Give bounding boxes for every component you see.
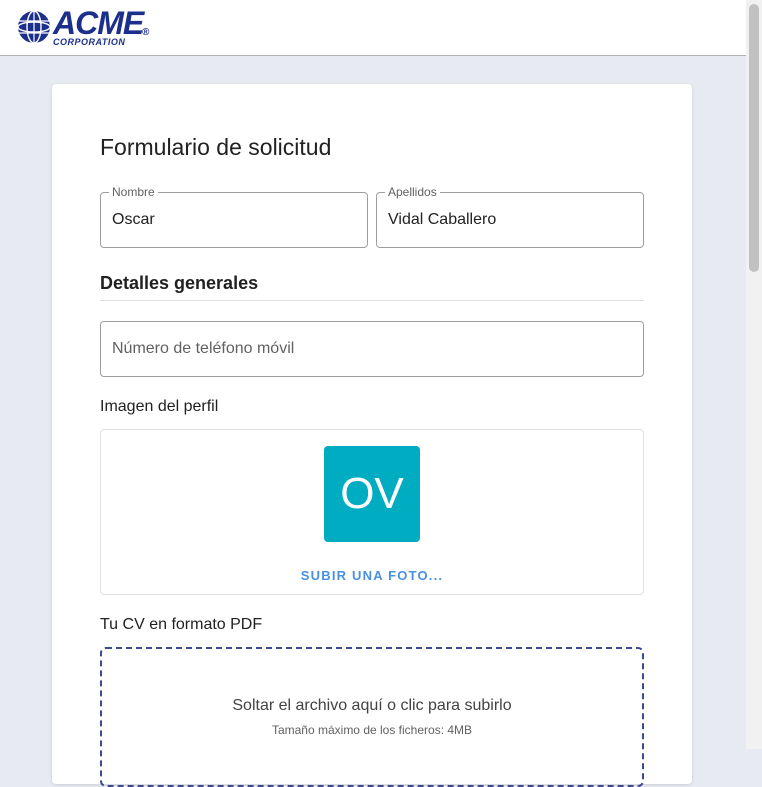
- acme-logo[interactable]: ACME CORPORATION ®: [16, 5, 156, 48]
- first-name-value: Oscar: [112, 211, 155, 228]
- last-name-label: Apellidos: [385, 185, 440, 199]
- dropzone-max-size: Tamaño máximo de los ficheros: 4MB: [271, 723, 473, 737]
- logo-subtitle: CORPORATION: [53, 37, 126, 47]
- profile-image-label: Imagen del perfil: [100, 398, 219, 415]
- first-name-label: Nombre: [109, 185, 158, 199]
- form-title: Formulario de solicitud: [100, 134, 332, 160]
- last-name-field[interactable]: Apellidos Vidal Caballero: [376, 185, 644, 248]
- cv-label: Tu CV en formato PDF: [100, 616, 263, 633]
- page-scrollbar[interactable]: [746, 0, 762, 749]
- avatar: OV: [324, 446, 420, 542]
- registered-mark: ®: [142, 27, 150, 38]
- globe-icon: [17, 10, 51, 44]
- section-divider: [100, 300, 644, 301]
- app-header: ACME CORPORATION ®: [0, 0, 746, 56]
- last-name-value: Vidal Caballero: [388, 211, 497, 228]
- application-form-card: Formulario de solicitud Nombre Oscar Ape…: [52, 84, 692, 787]
- profile-image-box: OV SUBIR UNA FOTO...: [100, 429, 644, 595]
- scrollbar-thumb[interactable]: [749, 4, 759, 272]
- mobile-phone-field[interactable]: Número de teléfono móvil: [100, 321, 644, 377]
- dropzone-instructions: Soltar el archivo aquí o clic para subir…: [232, 697, 512, 714]
- mobile-phone-placeholder: Número de teléfono móvil: [112, 340, 295, 357]
- cv-dropzone[interactable]: Soltar el archivo aquí o clic para subir…: [100, 647, 644, 787]
- section-general-details: Detalles generales: [100, 273, 259, 293]
- first-name-field[interactable]: Nombre Oscar: [100, 185, 368, 248]
- upload-photo-button[interactable]: SUBIR UNA FOTO...: [101, 568, 643, 583]
